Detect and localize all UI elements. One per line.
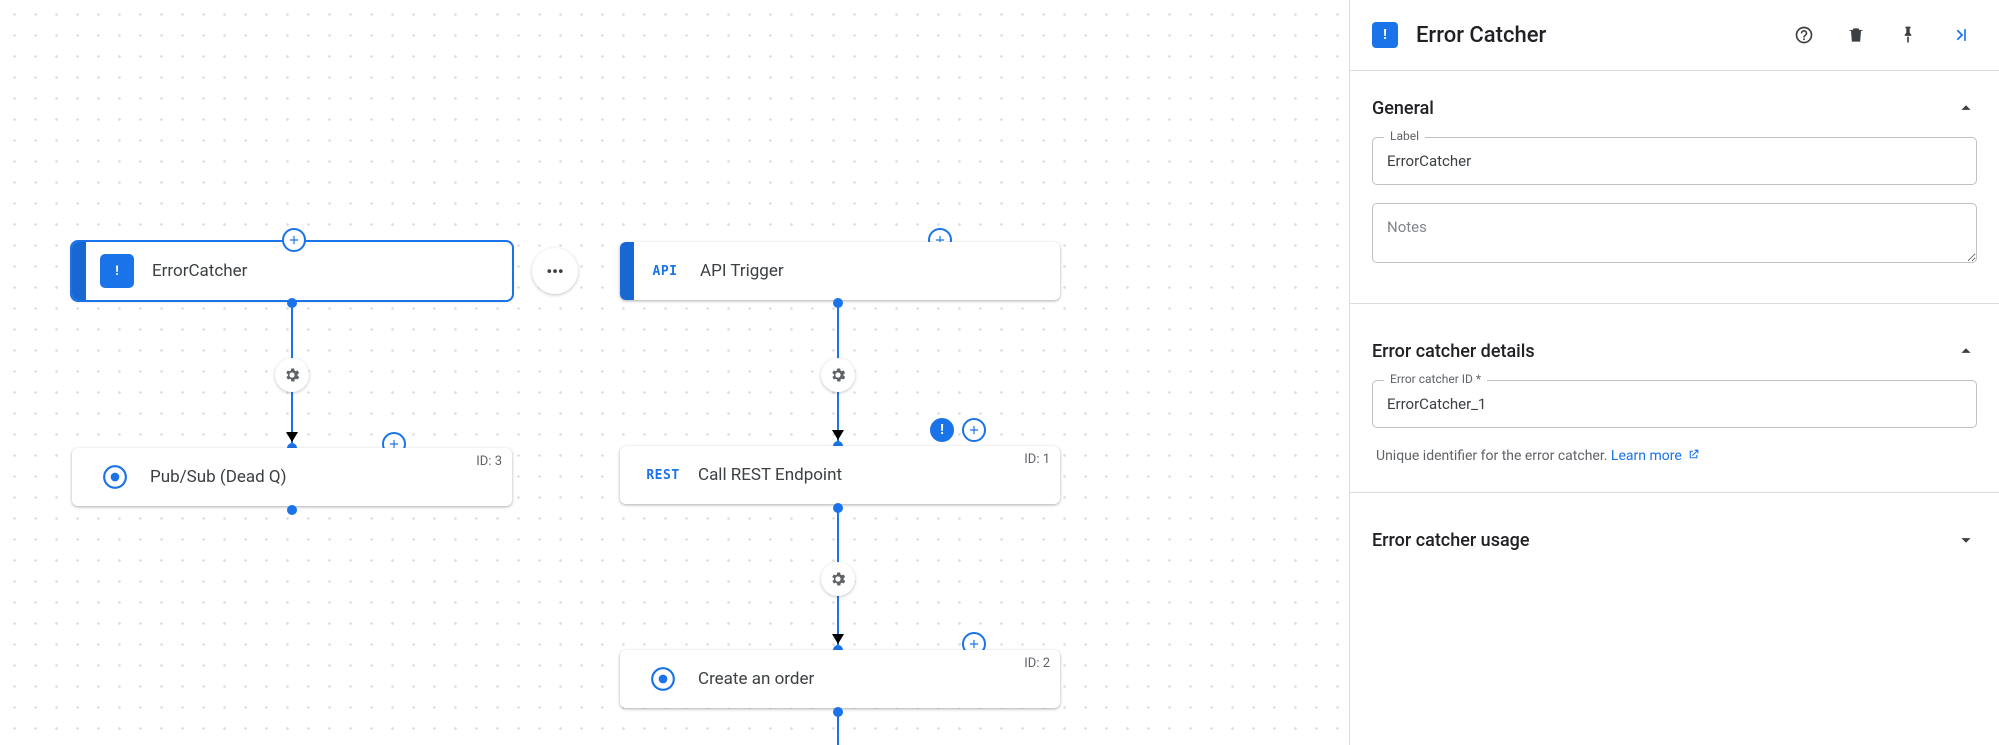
edge-arrowhead xyxy=(286,432,298,442)
node-label: Call REST Endpoint xyxy=(698,465,1060,485)
label-input[interactable] xyxy=(1372,137,1977,185)
node-id: ID: 1 xyxy=(1024,452,1050,467)
notes-input[interactable] xyxy=(1372,203,1977,263)
delete-button[interactable] xyxy=(1839,18,1873,52)
edge-config-button[interactable] xyxy=(275,358,309,392)
divider xyxy=(1350,492,1999,493)
node-more-menu[interactable]: ••• xyxy=(532,248,578,294)
section-heading: Error catcher details xyxy=(1372,341,1535,362)
node-id: ID: 3 xyxy=(476,454,502,469)
section-toggle-usage[interactable]: Error catcher usage xyxy=(1372,519,1977,569)
node-label: Pub/Sub (Dead Q) xyxy=(150,467,512,487)
node-label: API Trigger xyxy=(700,261,1060,281)
help-button[interactable] xyxy=(1787,18,1821,52)
label-field-label: Label xyxy=(1384,129,1425,143)
details-panel: ! Error Catcher General Label Error xyxy=(1349,0,1999,745)
error-catcher-id-input[interactable] xyxy=(1372,380,1977,428)
node-call-rest[interactable]: REST Call REST Endpoint ID: 1 xyxy=(620,446,1060,504)
pubsub-icon xyxy=(98,460,132,494)
section-toggle-general[interactable]: General xyxy=(1372,87,1977,137)
node-pubsub[interactable]: Pub/Sub (Dead Q) ID: 3 xyxy=(72,448,512,506)
rest-icon: REST xyxy=(646,458,680,492)
section-usage: Error catcher usage xyxy=(1350,503,1999,577)
pin-button[interactable] xyxy=(1891,18,1925,52)
warning-badge[interactable]: ! xyxy=(930,418,954,442)
panel-header: ! Error Catcher xyxy=(1350,0,1999,71)
helper-text: Unique identifier for the error catcher.… xyxy=(1372,446,1977,474)
task-icon xyxy=(646,662,680,696)
edge-arrowhead xyxy=(832,430,844,440)
collapse-panel-button[interactable] xyxy=(1943,18,1977,52)
flow-canvas[interactable]: ! ErrorCatcher ••• Pub/Sub (Dead Q) ID: … xyxy=(0,0,1349,745)
external-link-icon xyxy=(1687,448,1700,461)
edge xyxy=(837,712,839,745)
node-label: Create an order xyxy=(698,669,1060,689)
learn-more-link[interactable]: Learn more xyxy=(1611,448,1700,464)
node-id: ID: 2 xyxy=(1024,656,1050,671)
section-details: Error catcher details Error catcher ID *… xyxy=(1350,314,1999,482)
edge-config-button[interactable] xyxy=(821,358,855,392)
section-general: General Label xyxy=(1350,71,1999,293)
id-field-label: Error catcher ID * xyxy=(1384,372,1487,386)
panel-title: Error Catcher xyxy=(1416,23,1769,48)
edge-dot xyxy=(287,505,297,515)
error-icon: ! xyxy=(100,254,134,288)
add-above-error-catcher[interactable] xyxy=(282,228,306,252)
chevron-down-icon xyxy=(1955,529,1977,551)
divider xyxy=(1350,303,1999,304)
edge-arrowhead xyxy=(832,634,844,644)
node-create-order[interactable]: Create an order ID: 2 xyxy=(620,650,1060,708)
node-api-trigger[interactable]: API API Trigger xyxy=(620,242,1060,300)
section-heading: Error catcher usage xyxy=(1372,530,1530,551)
error-icon: ! xyxy=(1372,22,1398,48)
chevron-up-icon xyxy=(1955,97,1977,119)
edge-config-button[interactable] xyxy=(821,562,855,596)
add-branch-rest[interactable] xyxy=(962,418,986,442)
node-label: ErrorCatcher xyxy=(152,261,512,281)
chevron-up-icon xyxy=(1955,340,1977,362)
api-icon: API xyxy=(648,254,682,288)
section-heading: General xyxy=(1372,98,1434,119)
